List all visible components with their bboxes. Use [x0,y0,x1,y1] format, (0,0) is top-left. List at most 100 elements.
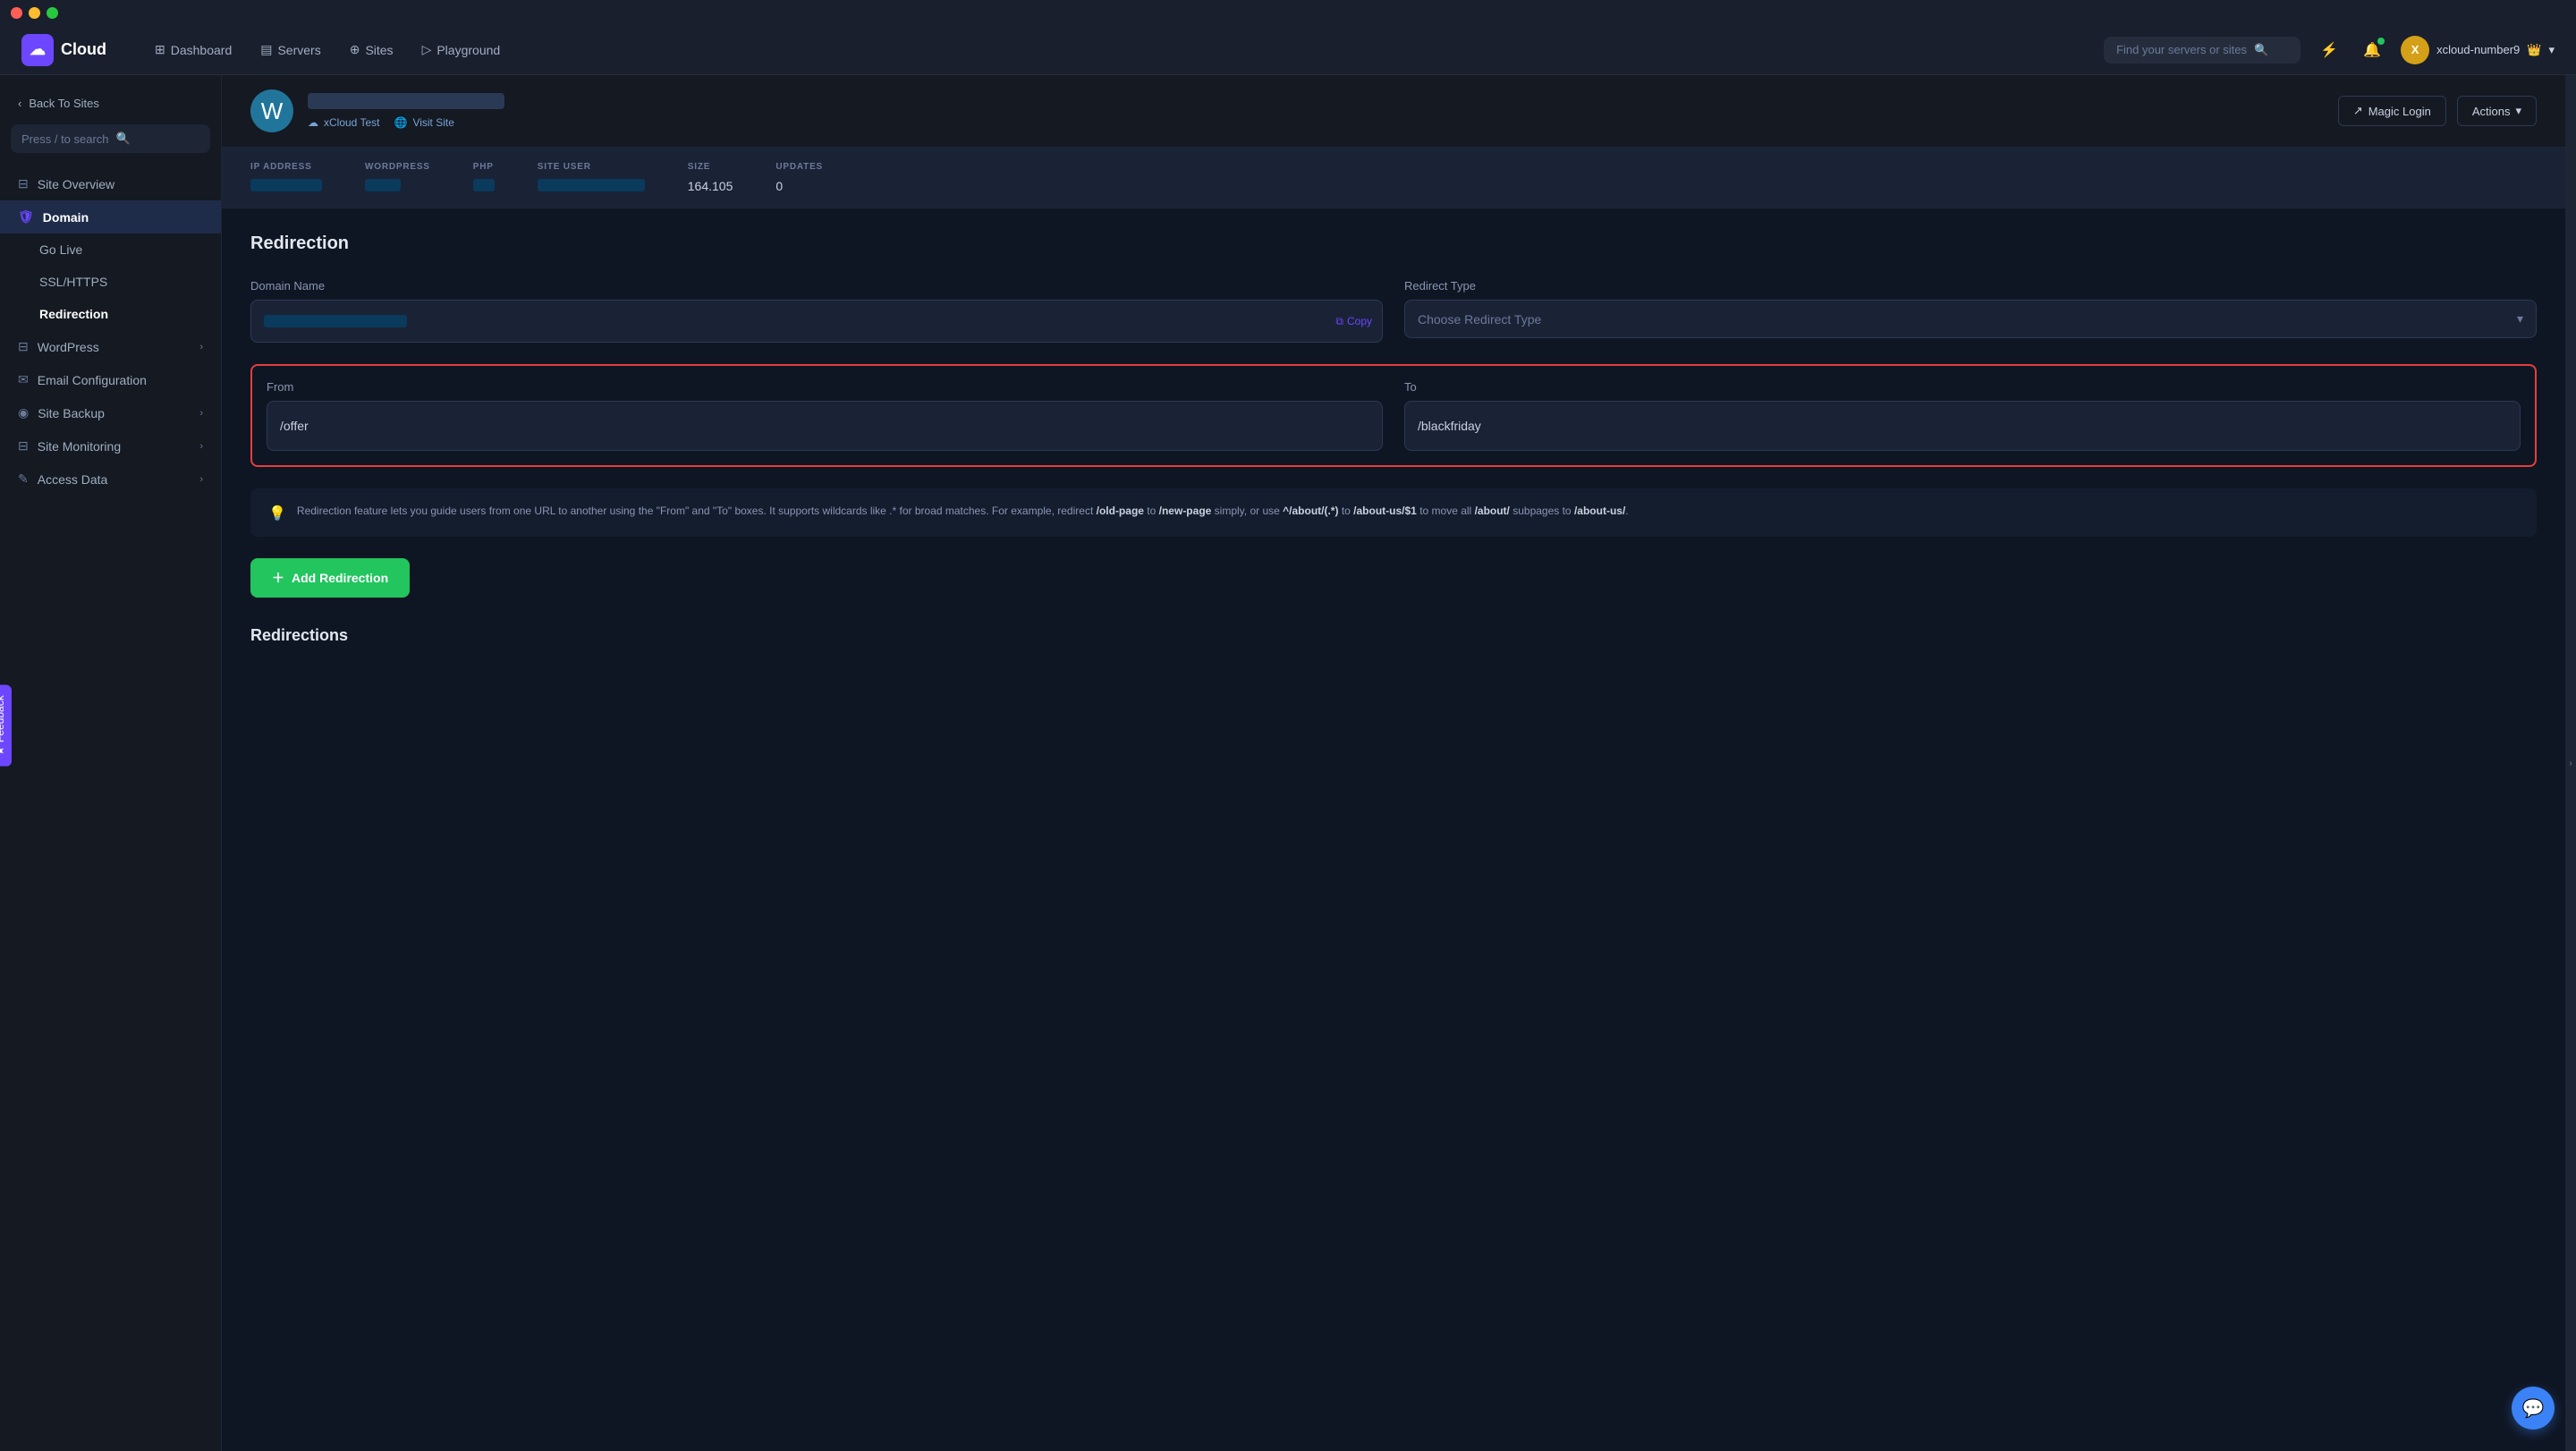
nav-sites-label: Sites [365,43,393,57]
activity-button[interactable]: ⚡ [2315,36,2343,64]
chevron-right-icon: › [199,474,203,485]
actions-button[interactable]: Actions ▾ [2457,96,2537,126]
sidebar-item-redirection[interactable]: Redirection [0,298,221,330]
sidebar-item-access-data[interactable]: ✎ Access Data › [0,462,221,496]
titlebar [0,0,2576,25]
globe-icon: 🌐 [394,116,407,129]
add-redirection-button[interactable]: ＋ Add Redirection [250,558,410,598]
site-header-actions: ↗ Magic Login Actions ▾ [2338,96,2537,126]
sidebar-item-site-overview[interactable]: ⊟ Site Overview [0,167,221,200]
site-overview-icon: ⊟ [18,176,29,191]
site-info: ☁ xCloud Test 🌐 Visit Site [308,93,2338,129]
nav-items: ⊞ Dashboard ▤ Servers ⊕ Sites ▷ Playgrou… [142,35,2104,64]
notification-dot [2377,38,2385,45]
nav-servers-label: Servers [277,43,320,57]
sites-icon: ⊕ [350,42,360,57]
sidebar-item-label: Site Monitoring [38,439,121,454]
right-collapse-tab[interactable]: › [2565,75,2576,1451]
sidebar-search[interactable]: Press / to search 🔍 [11,124,210,153]
stat-updates: UPDATES 0 [775,162,823,193]
add-btn-label: Add Redirection [292,571,388,585]
notifications-button[interactable]: 🔔 [2358,36,2386,64]
search-bar[interactable]: Find your servers or sites 🔍 [2104,37,2301,64]
chat-button[interactable]: 💬 [2512,1387,2555,1430]
magic-login-button[interactable]: ↗ Magic Login [2338,96,2446,126]
stat-size-value: 164.105 [688,179,733,193]
stat-user-label: SITE USER [538,162,645,172]
to-label: To [1404,380,2521,394]
backup-icon: ◉ [18,405,29,420]
close-dot[interactable] [11,7,22,19]
feedback-tab[interactable]: ★ Feedback [0,684,12,766]
sidebar-item-label: WordPress [38,340,99,354]
stat-size-label: SIZE [688,162,733,172]
from-input[interactable]: /offer [267,401,1383,451]
stat-php-value [473,179,495,191]
stat-ip-address: IP ADDRESS [250,162,322,193]
back-to-sites[interactable]: ‹ Back To Sites [0,89,221,124]
sidebar: ‹ Back To Sites Press / to search 🔍 ⊟ Si… [0,75,222,1451]
sidebar-search-icon: 🔍 [116,132,131,146]
visit-site-link[interactable]: 🌐 Visit Site [394,116,453,129]
stat-size: SIZE 164.105 [688,162,733,193]
sidebar-item-site-backup[interactable]: ◉ Site Backup › [0,396,221,429]
xcloud-test-link[interactable]: ☁ xCloud Test [308,116,379,129]
username: xcloud-number9 [2436,43,2520,56]
avatar: X [2401,36,2429,64]
sidebar-item-email-config[interactable]: ✉ Email Configuration [0,363,221,396]
actions-label: Actions [2472,105,2511,118]
sidebar-item-label: Redirection [39,307,108,321]
wordpress-icon: ⊟ [18,339,29,354]
back-icon: ‹ [18,97,21,110]
domain-icon: 🛡 [18,209,34,225]
sidebar-item-site-monitoring[interactable]: ⊟ Site Monitoring › [0,429,221,462]
chevron-down-icon: ▾ [2548,43,2555,57]
sidebar-item-go-live[interactable]: Go Live [0,233,221,266]
info-icon: 💡 [268,505,286,522]
chevron-right-icon: › [199,441,203,452]
sidebar-search-placeholder: Press / to search [21,132,109,146]
from-label: From [267,380,1383,394]
activity-icon: ⚡ [2320,41,2338,59]
stat-wp-label: WORDPRESS [365,162,430,172]
page-content: Redirection Domain Name ⧉ Copy [222,208,2565,670]
to-value: /blackfriday [1418,419,1481,433]
logo[interactable]: ☁ Cloud [21,34,106,66]
info-text: Redirection feature lets you guide users… [297,503,1629,522]
chevron-right-icon: › [199,408,203,419]
nav-sites[interactable]: ⊕ Sites [337,35,406,64]
sidebar-item-domain[interactable]: 🛡 Domain [0,200,221,233]
copy-button[interactable]: ⧉ Copy [1335,315,1372,328]
search-icon: 🔍 [2254,43,2268,57]
sidebar-item-ssl[interactable]: SSL/HTTPS [0,266,221,298]
email-icon: ✉ [18,372,29,387]
sidebar-item-wordpress[interactable]: ⊟ WordPress › [0,330,221,363]
sidebar-item-label: Email Configuration [38,373,147,387]
to-input[interactable]: /blackfriday [1404,401,2521,451]
minimize-dot[interactable] [29,7,40,19]
cloud-icon: ☁ [308,116,318,129]
domain-name-input[interactable] [250,300,1383,343]
section-title: Redirection [250,233,2537,254]
nav-dashboard[interactable]: ⊞ Dashboard [142,35,244,64]
user-menu[interactable]: X xcloud-number9 👑 ▾ [2401,36,2555,64]
playground-icon: ▷ [422,42,432,57]
nav-playground[interactable]: ▷ Playground [410,35,513,64]
site-header: W ☁ xCloud Test 🌐 Visit Site ↗ [222,75,2565,148]
from-value: /offer [280,419,309,433]
search-placeholder: Find your servers or sites [2116,43,2247,56]
nav-servers[interactable]: ▤ Servers [248,35,333,64]
stats-bar: IP ADDRESS WORDPRESS PHP SITE USER SIZE … [222,148,2565,208]
back-label: Back To Sites [29,97,99,110]
login-icon: ↗ [2353,104,2363,118]
sidebar-item-label: SSL/HTTPS [39,275,107,289]
nav-right: Find your servers or sites 🔍 ⚡ 🔔 X xclou… [2104,36,2555,64]
feedback-star-icon: ★ [0,746,6,756]
redirect-type-label: Redirect Type [1404,279,2537,293]
maximize-dot[interactable] [47,7,58,19]
stat-php-label: PHP [473,162,495,172]
redirect-type-select[interactable]: Choose Redirect Type ▾ [1404,300,2537,338]
chevron-right-icon: › [199,342,203,352]
monitoring-icon: ⊟ [18,438,29,454]
stat-ip-value [250,179,322,191]
